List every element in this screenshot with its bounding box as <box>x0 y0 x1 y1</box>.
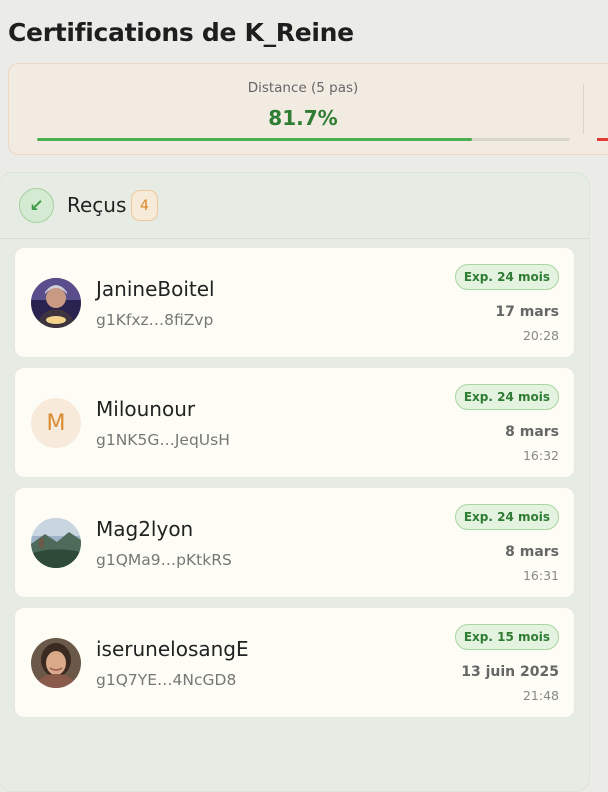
certification-time: 21:48 <box>522 688 559 703</box>
expiry-badge: Exp. 24 mois <box>454 384 559 410</box>
received-count-badge: 4 <box>131 190 158 221</box>
expiry-badge: Exp. 24 mois <box>454 504 559 530</box>
received-header[interactable]: ↙ Reçus 4 <box>0 173 589 239</box>
certification-date: 8 mars <box>505 424 559 440</box>
certification-time: 16:31 <box>522 568 559 583</box>
stats-card: Distance (5 pas) 81.7% <box>8 63 608 155</box>
certifier-name[interactable]: Milounour <box>96 397 195 421</box>
certifier-name[interactable]: JanineBoitel <box>96 277 215 301</box>
page-title: Certifications de K_Reine <box>8 18 354 47</box>
certification-card[interactable]: M Milounour g1NK5G…JeqUsH Exp. 24 mois 8… <box>14 367 575 478</box>
certification-time: 20:28 <box>522 328 559 343</box>
certifier-key: g1QMa9…pKtkRS <box>96 551 232 569</box>
expiry-badge: Exp. 24 mois <box>454 264 559 290</box>
avatar[interactable] <box>31 278 81 328</box>
avatar[interactable] <box>31 518 81 568</box>
distance-label: Distance (5 pas) <box>247 80 359 96</box>
certifier-key: g1Q7YE…4NcGD8 <box>96 671 237 689</box>
distance-progress-bar <box>37 138 570 141</box>
avatar[interactable]: M <box>31 398 81 448</box>
certification-time: 16:32 <box>522 448 559 463</box>
certification-date: 8 mars <box>505 544 559 560</box>
certification-card[interactable]: JanineBoitel g1Kfxz…8fiZvp Exp. 24 mois … <box>14 247 575 358</box>
certification-date: 13 juin 2025 <box>461 664 559 680</box>
arrow-down-left-icon: ↙ <box>19 188 54 223</box>
received-title: Reçus <box>67 193 127 217</box>
certification-card[interactable]: Mag2lyon g1QMa9…pKtkRS Exp. 24 mois 8 ma… <box>14 487 575 598</box>
certifier-key: g1NK5G…JeqUsH <box>96 431 230 449</box>
certification-date: 17 mars <box>495 304 559 320</box>
certification-card[interactable]: iserunelosangE g1Q7YE…4NcGD8 Exp. 15 moi… <box>14 607 575 718</box>
distance-progress-fill <box>37 138 473 141</box>
expiry-badge: Exp. 15 mois <box>454 624 559 650</box>
next-stat-progress-bar <box>597 138 608 141</box>
certifier-name[interactable]: Mag2lyon <box>96 517 193 541</box>
certifier-key: g1Kfxz…8fiZvp <box>96 311 214 329</box>
certifier-name[interactable]: iserunelosangE <box>96 637 249 661</box>
avatar[interactable] <box>31 638 81 688</box>
distance-value: 81.7% <box>268 106 338 130</box>
stat-divider <box>583 84 584 134</box>
